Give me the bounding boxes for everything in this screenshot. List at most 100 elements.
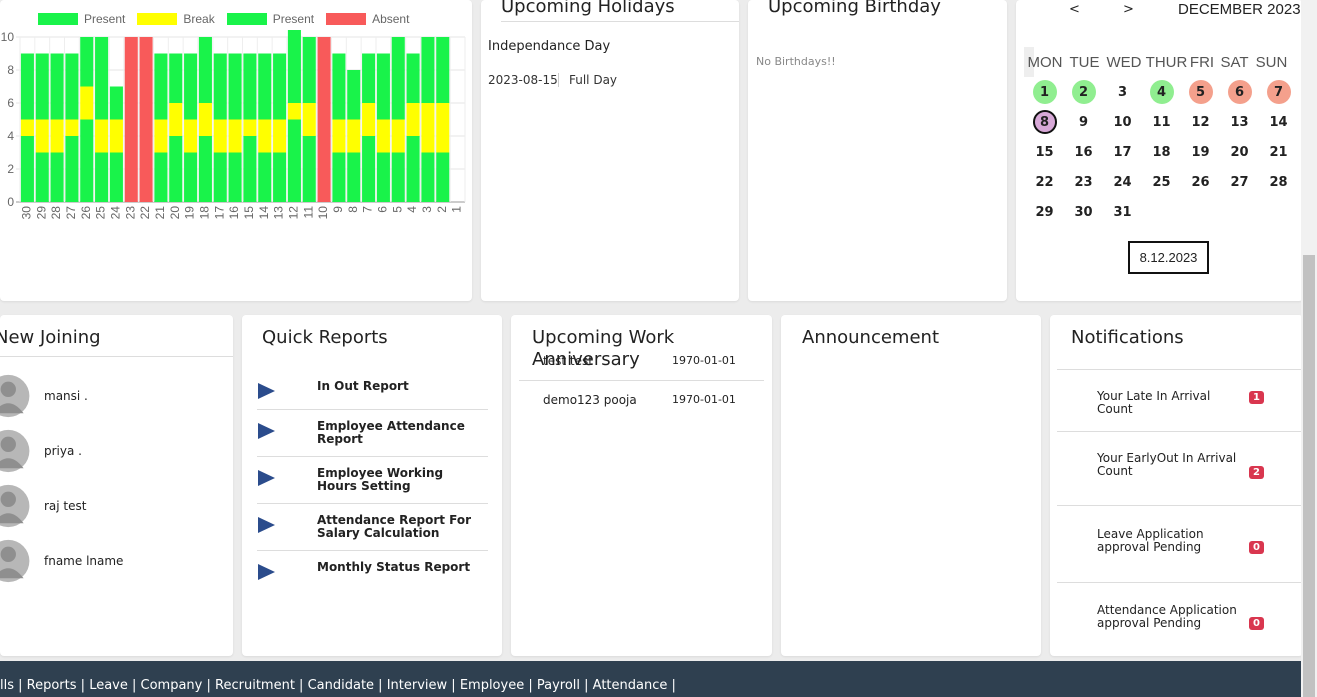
bar-segment[interactable] [184, 119, 198, 153]
bar-segment[interactable] [109, 119, 123, 153]
bar-segment[interactable] [243, 53, 257, 120]
calendar-day[interactable]: 20 [1220, 140, 1259, 164]
bar-segment[interactable] [258, 53, 272, 120]
notification-leave-pending[interactable]: Leave Application approval Pending 0 [1057, 505, 1302, 582]
calendar-day[interactable]: 1 [1025, 80, 1064, 104]
bar-segment[interactable] [376, 152, 390, 203]
bar-segment[interactable] [65, 119, 79, 137]
bar-segment[interactable] [421, 103, 435, 153]
bar-segment[interactable] [80, 37, 94, 87]
bar-segment[interactable] [302, 103, 316, 136]
scrollbar-thumb[interactable] [1303, 255, 1315, 697]
bar-segment[interactable] [332, 119, 346, 153]
bar-segment[interactable] [35, 152, 49, 203]
legend-item-present-2[interactable]: Present [226, 12, 314, 26]
bar-segment[interactable] [80, 119, 94, 203]
legend-item-present[interactable]: Present [38, 12, 125, 26]
bar-segment[interactable] [406, 103, 420, 136]
bar-segment[interactable] [436, 152, 450, 203]
bar-segment[interactable] [20, 53, 34, 120]
bar-segment[interactable] [362, 53, 376, 104]
footer-link[interactable]: lls [0, 678, 14, 693]
bar-segment[interactable] [406, 53, 420, 104]
bar-segment[interactable] [228, 152, 242, 203]
bar-segment[interactable] [35, 53, 49, 120]
page-scrollbar[interactable] [1301, 0, 1317, 697]
bar-segment[interactable] [421, 37, 435, 103]
report-link[interactable]: Employee Working Hours Setting [257, 457, 488, 504]
bar-segment[interactable] [95, 152, 109, 203]
calendar-day[interactable]: 28 [1259, 170, 1298, 194]
bar-segment[interactable] [154, 53, 168, 120]
report-link[interactable]: In Out Report [257, 375, 488, 410]
calendar-next-button[interactable]: > [1123, 2, 1134, 17]
bar-segment[interactable] [198, 103, 212, 136]
calendar-day[interactable]: 8 [1025, 110, 1064, 134]
bar-segment[interactable] [258, 152, 272, 203]
calendar-day[interactable]: 5 [1181, 80, 1220, 104]
bar-segment[interactable] [139, 37, 153, 202]
bar-segment[interactable] [198, 136, 212, 202]
bar-segment[interactable] [391, 37, 405, 120]
bar-segment[interactable] [273, 152, 287, 203]
calendar-day[interactable]: 25 [1142, 170, 1181, 194]
bar-segment[interactable] [302, 37, 316, 103]
bar-segment[interactable] [347, 70, 361, 120]
report-link[interactable]: Attendance Report For Salary Calculation [257, 504, 488, 551]
bar-segment[interactable] [317, 37, 331, 202]
calendar-day[interactable]: 14 [1259, 110, 1298, 134]
bar-segment[interactable] [287, 103, 301, 120]
bar-segment[interactable] [406, 136, 420, 202]
footer-link[interactable]: Company [141, 678, 203, 693]
bar-segment[interactable] [124, 37, 138, 202]
bar-segment[interactable] [243, 136, 257, 202]
calendar-day[interactable]: 2 [1064, 80, 1103, 104]
bar-segment[interactable] [95, 37, 109, 120]
calendar-day[interactable]: 13 [1220, 110, 1259, 134]
bar-segment[interactable] [50, 53, 64, 120]
bar-segment[interactable] [109, 152, 123, 203]
bar-segment[interactable] [65, 136, 79, 202]
bar-segment[interactable] [376, 53, 390, 120]
notification-attendance-pending[interactable]: Attendance Application approval Pending … [1057, 582, 1302, 656]
bar-segment[interactable] [273, 119, 287, 153]
bar-segment[interactable] [169, 103, 183, 136]
bar-segment[interactable] [391, 152, 405, 203]
bar-segment[interactable] [273, 53, 287, 120]
bar-segment[interactable] [347, 152, 361, 203]
calendar-day[interactable]: 29 [1025, 200, 1064, 224]
calendar-day[interactable]: 15 [1025, 140, 1064, 164]
calendar-day[interactable]: 24 [1103, 170, 1142, 194]
notification-early-out[interactable]: Your EarlyOut In Arrival Count 2 [1057, 431, 1302, 505]
footer-link[interactable]: Reports [27, 678, 77, 693]
calendar-day[interactable]: 17 [1103, 140, 1142, 164]
report-link[interactable]: Monthly Status Report [257, 551, 488, 587]
bar-segment[interactable] [362, 136, 376, 202]
calendar-day[interactable]: 10 [1103, 110, 1142, 134]
calendar-day[interactable]: 3 [1103, 80, 1142, 104]
calendar-day[interactable]: 27 [1220, 170, 1259, 194]
calendar-day[interactable]: 31 [1103, 200, 1142, 224]
bar-segment[interactable] [287, 30, 301, 103]
calendar-day[interactable]: 16 [1064, 140, 1103, 164]
footer-link[interactable]: Payroll [537, 678, 580, 693]
bar-segment[interactable] [376, 119, 390, 153]
calendar-day[interactable]: 12 [1181, 110, 1220, 134]
footer-link[interactable]: Recruitment [215, 678, 295, 693]
calendar-day[interactable]: 9 [1064, 110, 1103, 134]
bar-segment[interactable] [50, 119, 64, 153]
calendar-day[interactable]: 11 [1142, 110, 1181, 134]
bar-segment[interactable] [347, 119, 361, 153]
bar-segment[interactable] [228, 53, 242, 120]
bar-segment[interactable] [391, 119, 405, 153]
bar-segment[interactable] [287, 119, 301, 203]
calendar-day[interactable]: 23 [1064, 170, 1103, 194]
bar-segment[interactable] [154, 119, 168, 153]
footer-link[interactable]: Leave [89, 678, 128, 693]
bar-segment[interactable] [332, 53, 346, 120]
report-link[interactable]: Employee Attendance Report [257, 410, 488, 457]
calendar-day[interactable]: 26 [1181, 170, 1220, 194]
bar-segment[interactable] [109, 86, 123, 120]
bar-segment[interactable] [20, 136, 34, 202]
bar-segment[interactable] [169, 136, 183, 202]
